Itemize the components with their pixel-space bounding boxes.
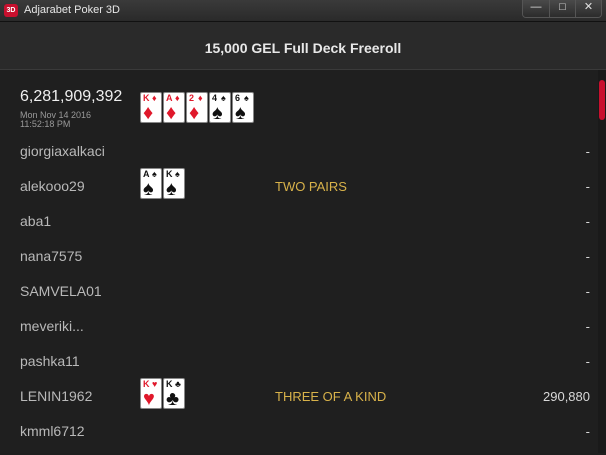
player-winnings: - — [585, 284, 590, 299]
title-bar: 3D Adjarabet Poker 3D — □ ✕ — [0, 0, 606, 22]
player-name: nana7575 — [20, 248, 83, 264]
hand-timestamp: Mon Nov 14 2016 11:52:18 PM — [20, 111, 91, 129]
minimize-button[interactable]: — — [523, 0, 549, 17]
card-suit-icon: ♠ — [143, 178, 154, 200]
player-row: nana7575 - — [0, 245, 598, 280]
player-name: meveriki... — [20, 318, 84, 334]
player-name: kmml6712 — [20, 423, 85, 439]
window-title: Adjarabet Poker 3D — [24, 4, 120, 16]
player-winnings: 290,880 — [543, 389, 590, 404]
card-suit-icon: ♠ — [212, 102, 223, 124]
playing-card: 2 ♦ ♦ — [186, 92, 208, 123]
board-cards: K ♦ ♦ A ♦ ♦ 2 ♦ ♦ 4 ♠ ♠ 6 ♠ ♠ — [140, 92, 254, 123]
player-row: alekooo29 A ♠ ♠ K ♠ ♠ TWO PAIRS - — [0, 168, 598, 210]
player-row: giorgiaxalkaci - — [0, 140, 598, 175]
card-suit-icon: ♠ — [235, 102, 246, 124]
player-name: giorgiaxalkaci — [20, 143, 105, 159]
player-winnings: - — [585, 424, 590, 439]
card-suit-icon: ♠ — [166, 178, 177, 200]
player-name: LENIN1962 — [20, 388, 93, 404]
tournament-title: 15,000 GEL Full Deck Freeroll — [204, 40, 402, 56]
card-suit-icon: ♦ — [189, 102, 200, 124]
hand-time: 11:52:18 PM — [20, 119, 71, 129]
scrollbar-thumb[interactable] — [599, 80, 605, 120]
tournament-header: 15,000 GEL Full Deck Freeroll — [0, 22, 606, 70]
scrollbar[interactable] — [598, 70, 606, 453]
player-name: SAMVELA01 — [20, 283, 102, 299]
player-row: kmml6712 - — [0, 420, 598, 455]
hole-cards: K ♥ ♥ K ♣ ♣ — [140, 378, 185, 409]
player-winnings: - — [585, 319, 590, 334]
playing-card: 4 ♠ ♠ — [209, 92, 231, 123]
player-row: meveriki... - — [0, 315, 598, 350]
player-row: aba1 - — [0, 210, 598, 245]
card-suit-icon: ♣ — [166, 388, 180, 410]
hand-id: 6,281,909,392 — [20, 88, 123, 105]
player-winnings: - — [585, 179, 590, 194]
window-controls: — □ ✕ — [522, 0, 602, 18]
player-winnings: - — [585, 354, 590, 369]
player-winnings: - — [585, 249, 590, 264]
playing-card: A ♦ ♦ — [163, 92, 185, 123]
playing-card: A ♠ ♠ — [140, 168, 162, 199]
playing-card: 6 ♠ ♠ — [232, 92, 254, 123]
player-name: alekooo29 — [20, 178, 85, 194]
playing-card: K ♠ ♠ — [163, 168, 185, 199]
close-button[interactable]: ✕ — [575, 0, 601, 17]
maximize-button[interactable]: □ — [549, 0, 575, 17]
card-suit-icon: ♥ — [143, 388, 155, 410]
player-name: aba1 — [20, 213, 52, 229]
playing-card: K ♦ ♦ — [140, 92, 162, 123]
player-row: SAMVELA01 - — [0, 280, 598, 315]
card-suit-icon: ♦ — [143, 102, 154, 124]
hand-rank: THREE OF A KIND — [275, 389, 387, 404]
app-logo-icon: 3D — [4, 4, 18, 17]
player-name: pashka11 — [20, 353, 80, 369]
hole-cards: A ♠ ♠ K ♠ ♠ — [140, 168, 185, 199]
player-row: pashka11 - — [0, 350, 598, 385]
player-winnings: - — [585, 214, 590, 229]
player-winnings: - — [585, 144, 590, 159]
card-suit-icon: ♦ — [166, 102, 177, 124]
hand-rank: TWO PAIRS — [275, 179, 347, 194]
playing-card: K ♣ ♣ — [163, 378, 185, 409]
player-row: LENIN1962 K ♥ ♥ K ♣ ♣ THREE OF A KIND 290,880 — [0, 378, 598, 420]
playing-card: K ♥ ♥ — [140, 378, 162, 409]
